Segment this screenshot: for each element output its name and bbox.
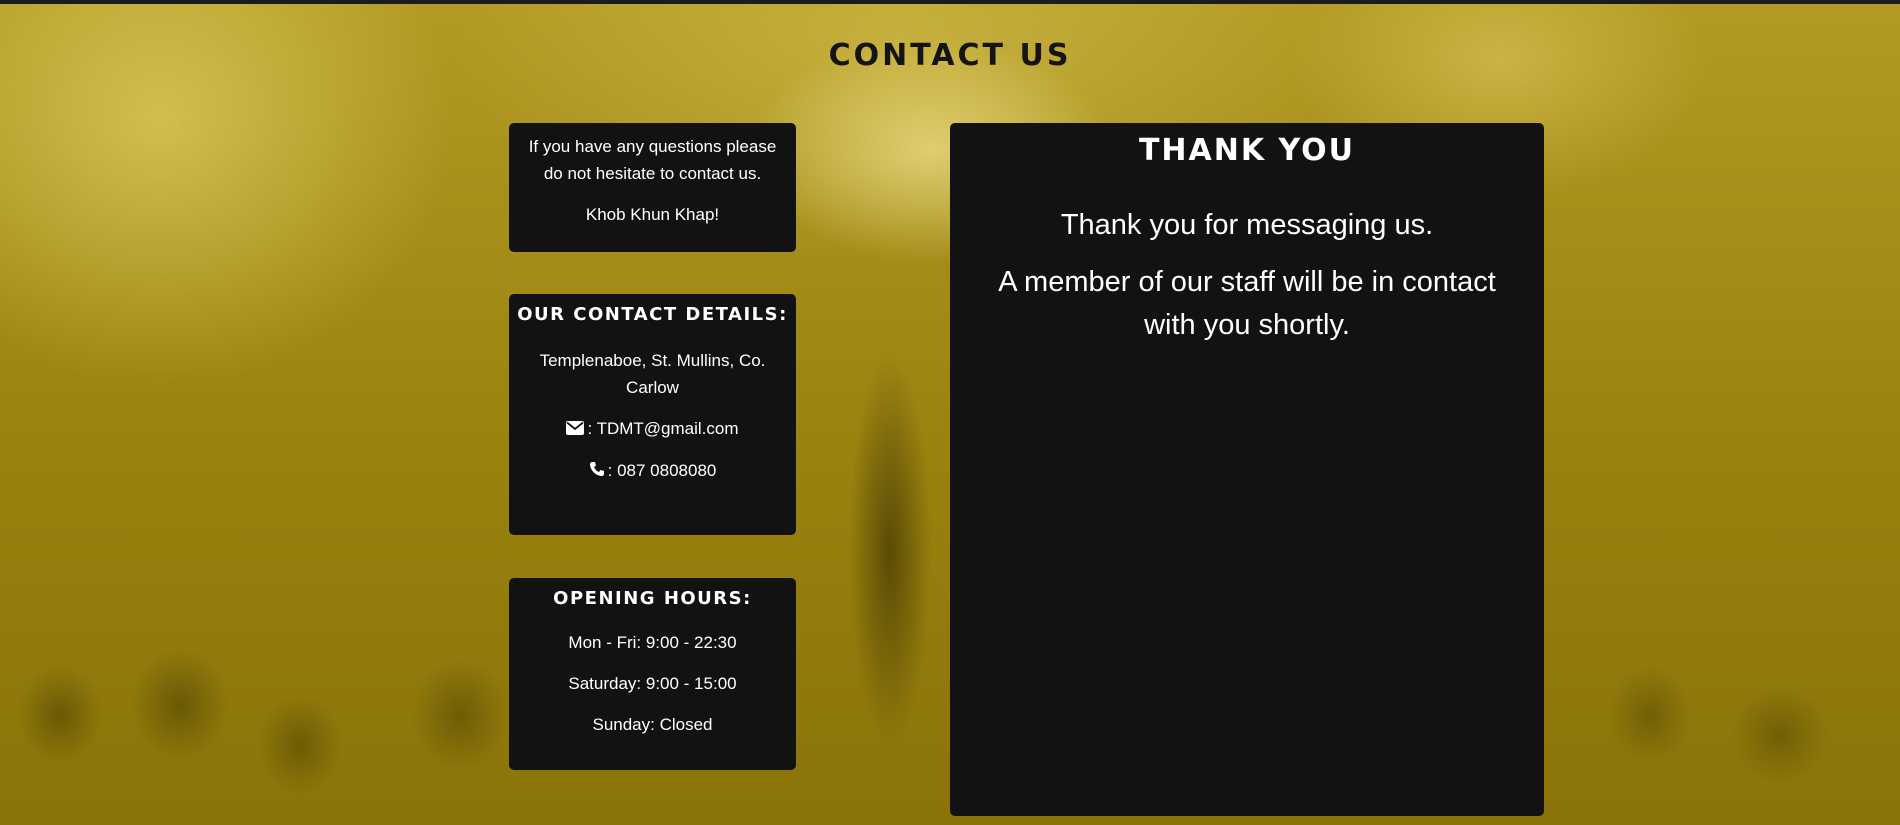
hours-saturday: Saturday: 9:00 - 15:00	[568, 674, 737, 693]
contact-phone-row: : 087 0808080	[517, 457, 788, 485]
thank-you-card: THANK YOU Thank you for messaging us. A …	[950, 123, 1544, 816]
contact-details-card: OUR CONTACT DETAILS: Templenaboe, St. Mu…	[509, 294, 796, 535]
envelope-icon	[566, 416, 585, 443]
opening-hours-card: OPENING HOURS: Mon - Fri: 9:00 - 22:30 S…	[509, 578, 796, 770]
staff-contact-message: A member of our staff will be in contact…	[998, 266, 1496, 341]
fighter-silhouette	[835, 280, 945, 825]
phone-icon	[589, 458, 605, 485]
hours-sunday: Sunday: Closed	[592, 715, 713, 734]
intro-card: If you have any questions please do not …	[509, 123, 796, 252]
contact-heading: OUR CONTACT DETAILS:	[517, 304, 788, 325]
page-title: CONTACT US	[828, 38, 1072, 73]
contact-email[interactable]: : TDMT@gmail.com	[587, 419, 738, 438]
contact-address: Templenaboe, St. Mullins, Co. Carlow	[539, 351, 766, 397]
thank-you-heading: THANK YOU	[1138, 133, 1356, 168]
intro-greeting: Khob Khun Khap!	[585, 205, 720, 224]
contact-email-row: : TDMT@gmail.com	[517, 415, 788, 443]
hours-weekdays: Mon - Fri: 9:00 - 22:30	[568, 633, 737, 652]
thank-you-message: Thank you for messaging us.	[1060, 209, 1434, 241]
top-bar	[0, 0, 1900, 4]
intro-text: If you have any questions please do not …	[528, 137, 777, 183]
hours-heading: OPENING HOURS:	[553, 588, 752, 609]
contact-phone[interactable]: : 087 0808080	[608, 461, 717, 480]
